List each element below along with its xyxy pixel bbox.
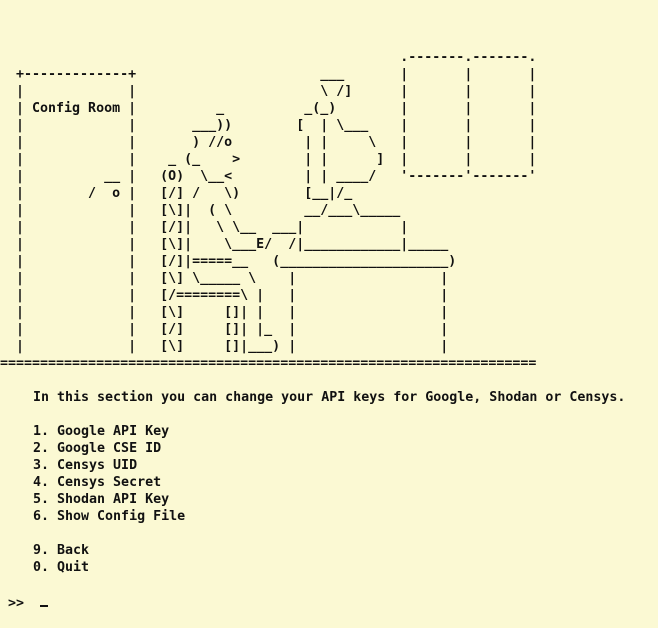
menu-item-shodan-api-key[interactable]: 5. Shodan API Key <box>33 491 185 508</box>
text-cursor <box>40 593 49 607</box>
menu-item-google-cse-id[interactable]: 2. Google CSE ID <box>33 440 185 457</box>
command-prompt: >> <box>8 593 249 612</box>
menu-item-google-api-key[interactable]: 1. Google API Key <box>33 423 185 440</box>
menu-item-censys-secret[interactable]: 4. Censys Secret <box>33 474 185 491</box>
menu-item-quit[interactable]: 0. Quit <box>33 559 185 576</box>
menu-item-censys-uid[interactable]: 3. Censys UID <box>33 457 185 474</box>
command-input[interactable] <box>48 596 249 611</box>
menu-item-back[interactable]: 9. Back <box>33 542 185 559</box>
menu-spacer <box>33 525 185 542</box>
menu-item-show-config-file[interactable]: 6. Show Config File <box>33 508 185 525</box>
terminal-window: .-------.-------. +-------------+ ___ | … <box>0 0 658 628</box>
config-menu: 1. Google API Key 2. Google CSE ID 3. Ce… <box>33 423 185 576</box>
prompt-symbol: >> <box>8 596 25 611</box>
config-room-ascii-banner: .-------.-------. +-------------+ ___ | … <box>0 50 537 371</box>
section-description: In this section you can change your API … <box>33 390 626 405</box>
